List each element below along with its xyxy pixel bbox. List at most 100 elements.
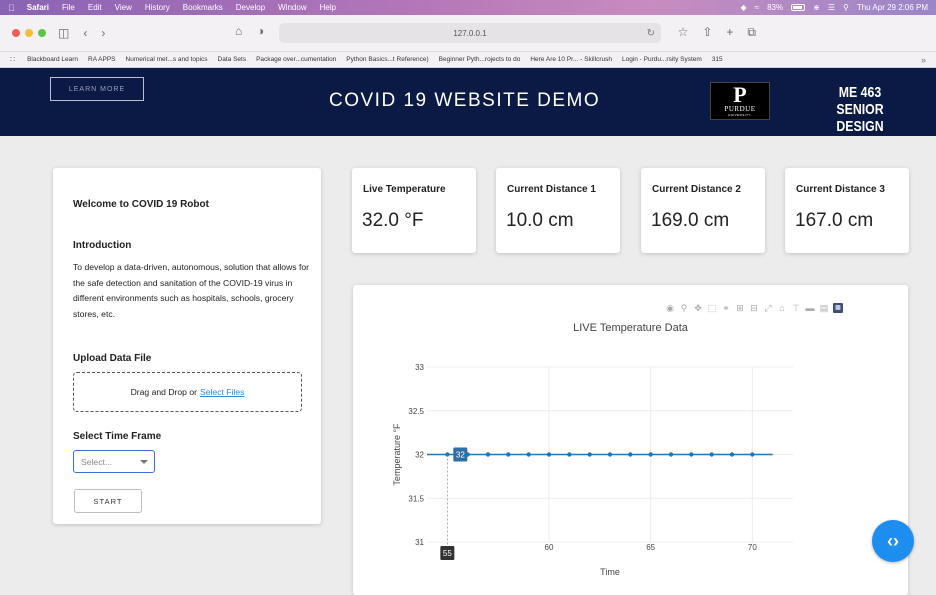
file-dropzone[interactable]: Drag and Drop or Select Files [73,372,302,412]
time-frame-select[interactable]: Select... [73,450,155,473]
bookmark-item[interactable]: Beginner Pyth...rojects to do [439,56,521,63]
toolbar-actions: ☆ ⇧ + ⧉ [678,25,756,40]
x-tick-label: 65 [646,543,655,552]
dropbox-icon[interactable]: ◆ [741,3,747,12]
select-files-link[interactable]: Select Files [200,387,244,397]
time-frame-heading: Select Time Frame [73,431,162,442]
site-header: LEARN MORE COVID 19 WEBSITE DEMO P PURDU… [0,68,936,136]
data-point [526,452,531,457]
apple-icon[interactable]:  [8,3,15,13]
zoom-window-button[interactable] [38,29,46,37]
forward-icon[interactable]: › [101,26,105,40]
bookmark-item[interactable]: Package over...cumentation [256,56,336,63]
data-point [567,452,572,457]
control-center-icon[interactable]: ☰ [828,3,835,12]
data-point [628,452,633,457]
code-toggle-button[interactable]: ‹› [872,520,914,562]
hover-y-text: 32 [456,451,465,460]
stat-value: 10.0 cm [506,210,574,231]
y-tick-label: 32 [415,451,424,460]
stat-label: Current Distance 1 [507,184,596,195]
x-tick-label: 60 [545,543,554,552]
x-axis-label: Time [600,567,620,577]
stat-label: Current Distance 2 [652,184,741,195]
bluetooth-icon[interactable]: ⋇ [813,3,820,12]
hover-y-label: 32 [453,447,468,462]
hover-x-text: 55 [443,549,452,558]
menu-window[interactable]: Window [278,3,306,12]
bookmark-item[interactable]: RA APPS [88,56,115,63]
y-tick-label: 31 [415,538,424,547]
start-button[interactable]: START [74,489,142,513]
drop-text: Drag and Drop or [130,387,197,397]
menu-app-name[interactable]: Safari [27,3,49,12]
sidebar-toggle-icon[interactable]: ◫ [58,26,69,40]
intro-heading: Introduction [73,240,132,251]
intro-text: To develop a data-driven, autonomous, so… [73,262,309,319]
data-point [648,452,653,457]
data-point [587,452,592,457]
control-panel-card: Welcome to COVID 19 Robot Introduction T… [53,168,321,524]
menu-history[interactable]: History [145,3,170,12]
bookmarks-bar: ∷ Blackboard Learn RA APPS Numerical met… [0,51,936,68]
grid-icon[interactable]: ∷ [10,55,15,64]
page-title: COVID 19 WEBSITE DEMO [329,90,601,111]
bookmark-item[interactable]: Numerical met...s and topics [126,56,208,63]
data-point [506,452,511,457]
bookmark-item[interactable]: 315 [712,56,723,63]
new-tab-icon[interactable]: + [726,25,733,40]
stat-value: 167.0 cm [795,210,874,231]
stat-value: 169.0 cm [651,210,730,231]
logo-name: PURDUE [724,105,756,113]
data-point [750,452,755,457]
bookmark-item[interactable]: Data Sets [218,56,247,63]
clock[interactable]: Thu Apr 29 2:06 PM [857,3,928,12]
menu-bookmarks[interactable]: Bookmarks [183,3,223,12]
battery-icon[interactable] [791,4,806,11]
hover-x-label: 55 [440,546,455,560]
favorite-star-icon[interactable]: ☆ [678,25,689,40]
menu-file[interactable]: File [62,3,75,12]
shield-icon[interactable]: ◑ [257,24,264,38]
bookmark-item[interactable]: Login - Purdu...rsity System [622,56,702,63]
close-window-button[interactable] [12,29,20,37]
learn-more-button[interactable]: LEARN MORE [50,77,144,101]
purdue-logo: P PURDUE UNIVERSITY. [710,82,770,120]
tab-overview-icon[interactable]: ⧉ [747,25,756,40]
y-tick-label: 31.5 [408,494,424,503]
data-point [607,452,613,457]
home-icon[interactable]: ⌂ [235,24,242,38]
menu-view[interactable]: View [115,3,132,12]
menu-develop[interactable]: Develop [236,3,265,12]
reload-icon[interactable]: ↻ [647,28,655,39]
temperature-chart[interactable]: 31 31.5 32 32.5 33 60 65 70 Time Temperature °F 32… [353,285,908,586]
course-line-2: SENIOR DESIGN [836,101,884,135]
upload-heading: Upload Data File [73,353,152,364]
bookmark-item[interactable]: Here Are 10 Pr... - Skillcrush [530,56,612,63]
battery-percent: 83% [767,3,784,12]
stat-label: Current Distance 3 [796,184,885,195]
bookmark-item[interactable]: Python Basics...t Reference) [346,56,428,63]
address-bar[interactable]: 127.0.0.1 ↻ [279,23,661,43]
data-point [668,452,674,457]
menu-edit[interactable]: Edit [88,3,102,12]
chevron-down-icon [140,460,148,464]
stat-value: 32.0 °F [362,210,424,231]
search-icon[interactable]: ⚲ [843,3,849,12]
menu-help[interactable]: Help [320,3,336,12]
welcome-heading: Welcome to COVID 19 Robot [73,199,209,210]
y-tick-label: 33 [415,363,424,372]
macos-menubar:  Safari File Edit View History Bookmark… [0,0,936,15]
bookmark-item[interactable]: Blackboard Learn [27,56,78,63]
wifi-icon[interactable]: ≈ [755,3,759,12]
course-title: ME 463 SENIOR DESIGN [817,84,902,135]
share-icon[interactable]: ⇧ [702,25,712,40]
chevron-right-double-icon[interactable]: » [921,55,926,65]
back-icon[interactable]: ‹ [83,26,87,40]
data-point [485,452,491,457]
minimize-window-button[interactable] [25,29,33,37]
browser-toolbar: ◫ ‹ › ⌂ ◑ 127.0.0.1 ↻ ☆ ⇧ + ⧉ [0,15,936,51]
stat-card-temperature: Live Temperature 32.0 °F [352,168,476,253]
purdue-p-icon: P [733,82,747,107]
data-point [729,452,735,457]
